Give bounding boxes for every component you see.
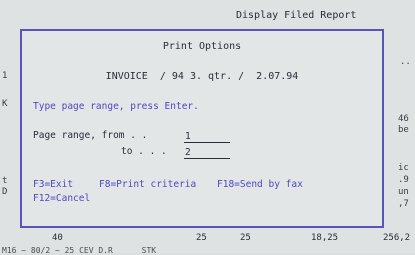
from-label: Page range, from . . (33, 130, 148, 141)
bg-fragment: .. (400, 57, 411, 67)
terminal-screen: Display Filed Report 1 K t D .. 46 be ic… (0, 0, 415, 255)
f3-exit-key[interactable]: F3=Exit (33, 179, 73, 190)
to-label: to . . . (121, 146, 167, 157)
bg-fragment: be (398, 125, 409, 135)
page-to-field[interactable] (184, 146, 230, 159)
report-title: Display Filed Report (236, 10, 357, 21)
bg-fragment: ,7 (398, 199, 409, 209)
bg-fragment: .9 (398, 175, 409, 185)
page-from-field[interactable] (184, 130, 230, 143)
bg-fragment: t (2, 176, 8, 186)
bottom-cell: 25 (240, 233, 251, 243)
instruction-text: Type page range, press Enter. (33, 101, 199, 112)
bottom-cell: 18,25 (311, 233, 339, 243)
document-line: INVOICE / 94 3. qtr. / 2.07.94 (105, 71, 299, 82)
dialog-title: Print Options (162, 41, 242, 52)
bottom-cell: 25 (196, 233, 207, 243)
f8-print-criteria-key[interactable]: F8=Print criteria (99, 179, 196, 190)
bg-fragment: 46 (398, 114, 409, 124)
bg-fragment: ic (398, 163, 409, 173)
f12-cancel-key[interactable]: F12=Cancel (33, 193, 90, 204)
bg-fragment: 1 (2, 71, 8, 81)
f18-send-fax-key[interactable]: F18=Send by fax (217, 179, 303, 190)
bg-fragment: K (2, 99, 8, 109)
bg-fragment: un (398, 187, 409, 197)
bg-fragment: D (2, 187, 8, 197)
bottom-cell: 256,2 (383, 233, 411, 243)
footer-fragment: M16 ~ 80/2 ~ 25 CEV D.R STK (2, 246, 157, 255)
print-options-dialog: Print Options INVOICE / 94 3. qtr. / 2.0… (20, 29, 384, 228)
bottom-cell: 40 (52, 233, 63, 243)
